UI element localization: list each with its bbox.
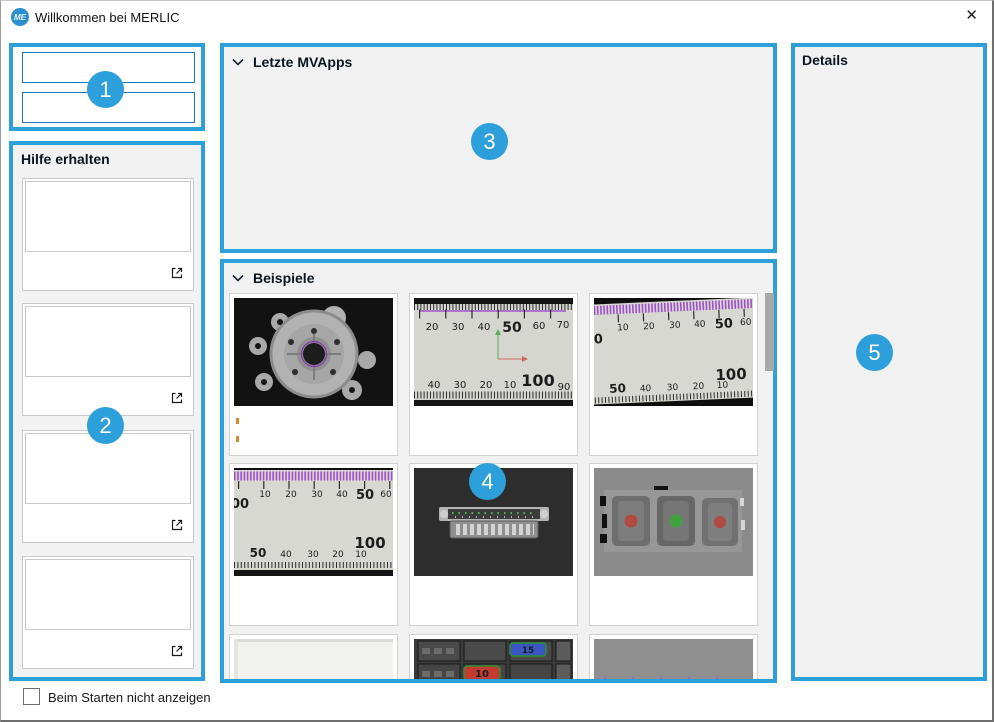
svg-text:10: 10 [259, 490, 271, 500]
external-link-icon[interactable] [169, 265, 185, 281]
close-icon[interactable]: ✕ [965, 8, 978, 23]
svg-text:20: 20 [480, 380, 493, 391]
help-card[interactable] [22, 430, 194, 543]
svg-text:15: 15 [522, 646, 535, 656]
title-bar: ME Willkommen bei MERLIC ✕ [1, 1, 992, 33]
ruler-axes-thumbnail: 20 30 40 50 60 70 40 30 20 10 100 90 [414, 298, 573, 406]
svg-text:00: 00 [234, 497, 249, 512]
annotation-badge-5: 5 [856, 334, 893, 371]
annotation-badge-1: 1 [87, 71, 124, 108]
svg-text:10: 10 [717, 381, 729, 392]
svg-text:40: 40 [336, 490, 348, 500]
example-caption [591, 580, 756, 624]
annotation-badge-4: 4 [469, 463, 506, 500]
svg-text:20: 20 [285, 490, 297, 500]
example-card-blister[interactable] [589, 463, 758, 626]
dont-show-on-startup-label: Beim Starten nicht anzeigen [48, 690, 211, 705]
recent-mvapps-header[interactable]: Letzte MVApps [232, 54, 352, 70]
example-card-ruler-flat[interactable]: 00 10 20 30 40 50 60 100 50 40 30 20 10 [229, 463, 398, 626]
merlic-logo-icon: ME [11, 8, 29, 26]
svg-text:30: 30 [307, 550, 319, 560]
example-card-bright-strip[interactable] [229, 634, 398, 679]
chevron-down-icon [232, 274, 244, 282]
svg-text:10: 10 [504, 380, 517, 391]
welcome-dialog: ME Willkommen bei MERLIC ✕ Hilfe erhalte… [0, 0, 994, 722]
chevron-down-icon [232, 58, 244, 66]
svg-text:20: 20 [332, 550, 344, 560]
example-caption [231, 580, 396, 624]
svg-text:50: 50 [250, 546, 267, 560]
svg-text:20: 20 [643, 322, 655, 333]
svg-text:20: 20 [426, 322, 439, 333]
example-caption [411, 580, 576, 624]
external-link-icon[interactable] [169, 517, 185, 533]
svg-text:60: 60 [740, 318, 752, 329]
help-card-image [25, 559, 191, 630]
external-link-icon[interactable] [169, 390, 185, 406]
recent-mvapps-title: Letzte MVApps [253, 54, 352, 70]
svg-text:50: 50 [714, 316, 733, 332]
help-card[interactable] [22, 178, 194, 291]
bright-strip-thumbnail [234, 639, 393, 679]
blister-thumbnail [594, 468, 753, 576]
svg-text:90: 90 [558, 382, 571, 393]
examples-title: Beispiele [253, 270, 314, 286]
examples-scrollbar-thumb[interactable] [765, 293, 774, 371]
example-card-ruler-axes[interactable]: 20 30 40 50 60 70 40 30 20 10 100 90 [409, 293, 578, 456]
svg-text:30: 30 [454, 380, 467, 391]
svg-text:0: 0 [594, 332, 603, 347]
svg-text:10: 10 [475, 669, 489, 679]
help-panel-title: Hilfe erhalten [21, 151, 110, 167]
examples-header[interactable]: Beispiele [232, 270, 314, 286]
help-card[interactable] [22, 303, 194, 416]
help-card-image [25, 181, 191, 252]
help-card[interactable] [22, 556, 194, 669]
example-caption [411, 410, 576, 454]
svg-text:50: 50 [356, 488, 374, 503]
annotation-badge-2: 2 [87, 407, 124, 444]
svg-text:20: 20 [693, 382, 705, 393]
ruler-flat-thumbnail: 00 10 20 30 40 50 60 100 50 40 30 20 10 [234, 468, 393, 576]
window-title: Willkommen bei MERLIC [35, 10, 179, 25]
svg-text:10: 10 [355, 550, 367, 560]
svg-text:30: 30 [452, 322, 465, 333]
svg-text:30: 30 [311, 490, 323, 500]
svg-text:70: 70 [557, 320, 570, 331]
details-title: Details [802, 52, 848, 68]
ruler-tilted-thumbnail: 0 10 20 30 40 50 60 100 50 40 30 20 10 [594, 298, 753, 406]
svg-text:30: 30 [667, 383, 679, 394]
svg-text:40: 40 [640, 384, 652, 395]
fuse-box-thumbnail: 15 10 [414, 639, 573, 679]
svg-text:40: 40 [478, 322, 491, 333]
svg-text:40: 40 [694, 320, 706, 331]
svg-text:10: 10 [617, 323, 629, 334]
external-link-icon[interactable] [169, 643, 185, 659]
caption-text-fragment [236, 418, 239, 424]
example-caption [591, 410, 756, 454]
svg-text:30: 30 [669, 321, 681, 332]
svg-text:40: 40 [280, 550, 292, 560]
annotation-badge-3: 3 [471, 123, 508, 160]
svg-text:50: 50 [502, 320, 522, 336]
caption-text-fragment [236, 436, 239, 442]
svg-text:100: 100 [521, 371, 554, 390]
svg-text:60: 60 [380, 490, 392, 500]
example-card-ruler-tilted[interactable]: 0 10 20 30 40 50 60 100 50 40 30 20 10 [589, 293, 758, 456]
example-card-die-cast-part[interactable] [229, 293, 398, 456]
svg-text:50: 50 [609, 381, 626, 396]
dont-show-on-startup-checkbox[interactable] [23, 688, 40, 705]
svg-text:40: 40 [428, 380, 441, 391]
die-cast-part-thumbnail [234, 298, 393, 406]
gray-relief-thumbnail [594, 639, 753, 679]
example-card-fuse-box[interactable]: 15 10 [409, 634, 578, 679]
help-card-image [25, 306, 191, 377]
example-caption [231, 410, 396, 454]
example-card-gray-relief[interactable] [589, 634, 758, 679]
svg-text:60: 60 [533, 321, 546, 332]
